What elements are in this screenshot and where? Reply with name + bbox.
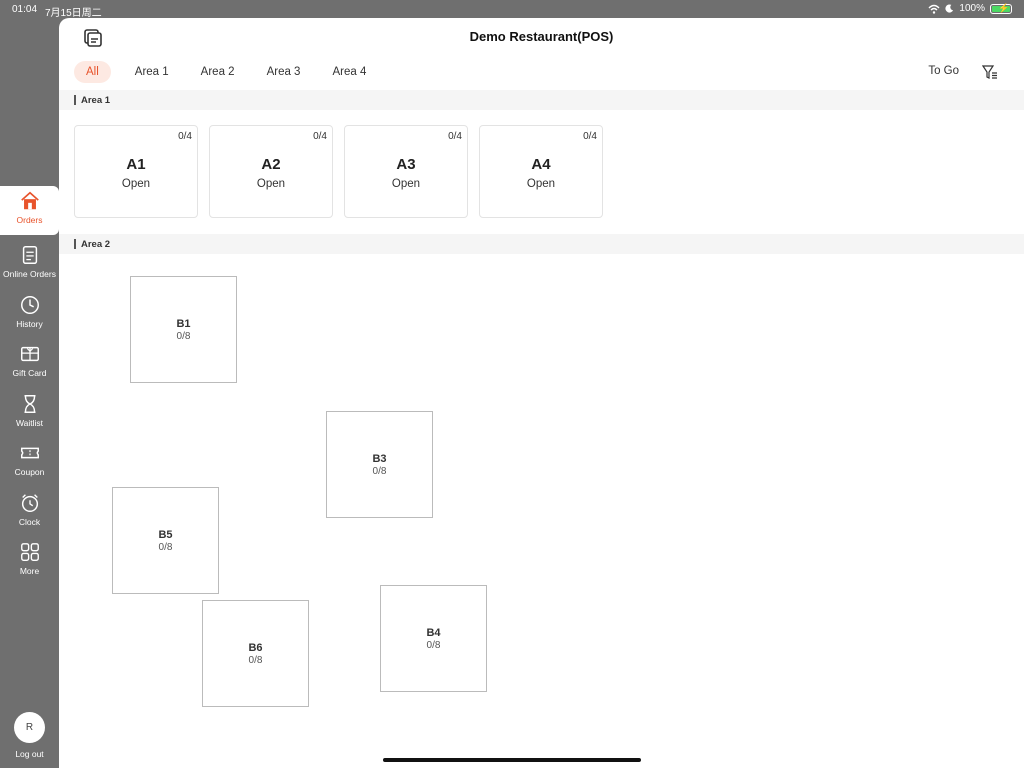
table-name: A4	[531, 156, 551, 173]
table-capacity: 0/8	[372, 465, 387, 477]
sidebar-item-clock[interactable]: Clock	[0, 488, 59, 536]
section-header-area-2: Area 2	[59, 234, 1024, 254]
grid-icon	[20, 543, 39, 561]
tab-area-1[interactable]: Area 1	[125, 61, 179, 83]
table-card-a2[interactable]: 0/4 A2 Open	[209, 125, 333, 218]
to-go-button[interactable]: To Go	[928, 65, 959, 77]
sidebar-item-online-orders[interactable]: Online Orders	[0, 240, 59, 288]
sidebar-item-label: History	[16, 319, 43, 329]
header: Demo Restaurant(POS)	[59, 18, 1024, 54]
document-icon	[22, 246, 37, 264]
table-capacity: 0/8	[158, 541, 173, 553]
status-bar: 01:04 7月15日周二 100% ⚡	[0, 0, 1024, 19]
table-b5[interactable]: B5 0/8	[112, 487, 219, 594]
table-capacity: 0/4	[313, 131, 327, 142]
table-b3[interactable]: B3 0/8	[326, 411, 433, 518]
tab-all[interactable]: All	[74, 61, 111, 83]
status-right: 100% ⚡	[928, 3, 1012, 14]
home-indicator	[383, 758, 641, 762]
table-status: Open	[526, 178, 556, 190]
sidebar-item-label: Online Orders	[3, 269, 56, 279]
tab-area-3[interactable]: Area 3	[257, 61, 311, 83]
sidebar-item-label: Coupon	[14, 467, 45, 477]
table-name: B3	[372, 452, 387, 465]
tab-area-2[interactable]: Area 2	[191, 61, 245, 83]
section-title: Area 1	[81, 94, 111, 106]
table-card-a4[interactable]: 0/4 A4 Open	[479, 125, 603, 218]
table-name: B6	[248, 641, 263, 654]
table-status: Open	[256, 178, 286, 190]
section-header-area-1: Area 1	[59, 90, 1024, 110]
sidebar-item-coupon[interactable]: Coupon	[0, 438, 59, 486]
area-1-tables: 0/4 A1 Open 0/4 A2 Open 0/4 A3 Open 0/4 …	[59, 110, 1024, 234]
table-capacity: 0/8	[426, 639, 441, 651]
battery-percent: 100%	[959, 3, 985, 14]
status-time: 01:04	[12, 4, 38, 15]
table-name: B5	[158, 528, 173, 541]
section-title: Area 2	[81, 238, 111, 250]
table-name: A2	[261, 156, 281, 173]
table-name: A3	[396, 156, 416, 173]
table-status: Open	[121, 178, 151, 190]
sidebar-item-gift-card[interactable]: Gift Card	[0, 339, 59, 387]
table-b1[interactable]: B1 0/8	[130, 276, 237, 383]
sidebar-item-more[interactable]: More	[0, 537, 59, 585]
sidebar-item-waitlist[interactable]: Waitlist	[0, 389, 59, 437]
battery-icon: ⚡	[990, 3, 1012, 14]
table-capacity: 0/8	[248, 654, 263, 666]
wifi-icon	[928, 4, 940, 14]
table-capacity: 0/4	[178, 131, 192, 142]
hourglass-icon	[24, 395, 35, 413]
table-capacity: 0/8	[176, 330, 191, 342]
sidebar: Orders Online Orders History Gift Card W…	[0, 18, 59, 768]
status-date: 7月15日周二	[45, 8, 102, 19]
page-title: Demo Restaurant(POS)	[469, 29, 614, 44]
table-b4[interactable]: B4 0/8	[380, 585, 487, 692]
table-status: Open	[391, 178, 421, 190]
table-name: B4	[426, 626, 441, 639]
table-capacity: 0/4	[448, 131, 462, 142]
ticket-icon	[20, 447, 39, 459]
table-name: B1	[176, 317, 191, 330]
alarm-clock-icon	[21, 494, 38, 512]
logout-label: Log out	[15, 749, 44, 759]
sidebar-item-label: More	[19, 566, 40, 576]
table-card-a1[interactable]: 0/4 A1 Open	[74, 125, 198, 218]
sidebar-item-history[interactable]: History	[0, 290, 59, 338]
sidebar-item-label: Clock	[18, 517, 41, 527]
gift-card-icon	[20, 346, 39, 362]
home-icon	[20, 191, 39, 210]
table-card-a3[interactable]: 0/4 A3 Open	[344, 125, 468, 218]
table-capacity: 0/4	[583, 131, 597, 142]
tab-area-4[interactable]: Area 4	[322, 61, 376, 83]
avatar: R	[14, 712, 45, 743]
area-tabs: All Area 1 Area 2 Area 3 Area 4 To Go	[59, 54, 1024, 90]
moon-icon	[945, 4, 954, 13]
logout-button[interactable]: R Log out	[0, 712, 59, 759]
filter-icon[interactable]	[982, 64, 998, 80]
table-name: A1	[126, 156, 146, 173]
clock-icon	[20, 296, 39, 314]
area-2-floor-plan: B1 0/8 B3 0/8 B5 0/8 B6 0/8 B4 0/8	[59, 254, 1024, 768]
sidebar-item-label: Orders	[16, 215, 43, 225]
sidebar-item-orders[interactable]: Orders	[0, 186, 59, 235]
sidebar-item-label: Waitlist	[15, 418, 44, 428]
sidebar-item-label: Gift Card	[12, 368, 47, 378]
table-b6[interactable]: B6 0/8	[202, 600, 309, 707]
main-panel: Demo Restaurant(POS) All Area 1 Area 2 A…	[59, 18, 1024, 768]
